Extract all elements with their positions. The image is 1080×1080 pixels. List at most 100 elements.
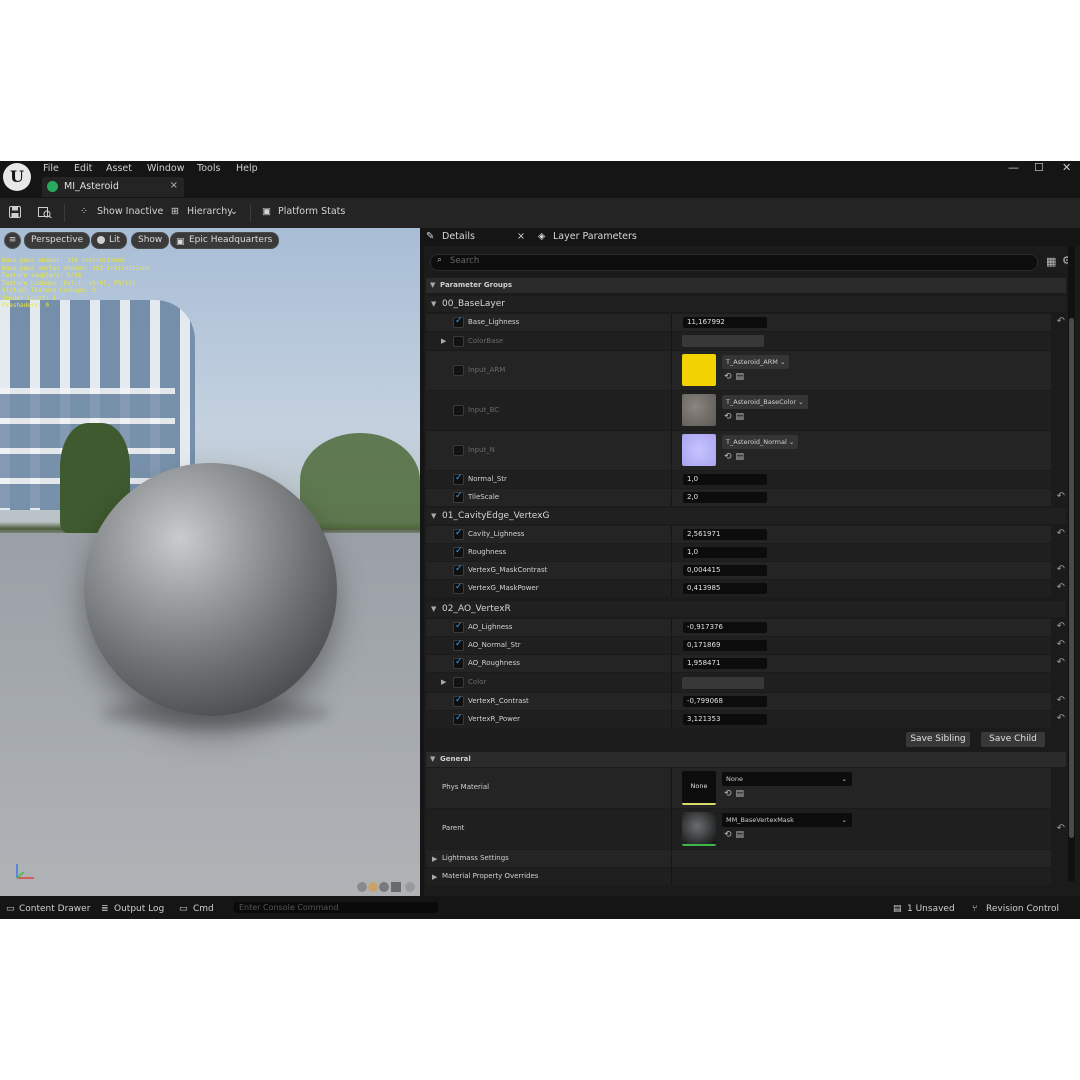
viewport-menu-icon[interactable]: ≡ xyxy=(4,232,21,249)
param-value-field[interactable]: 2,0 xyxy=(683,492,767,503)
reset-to-default-icon[interactable]: ↶ xyxy=(1057,582,1065,593)
grid-view-icon[interactable]: ▦ xyxy=(1046,255,1056,268)
hierarchy-button[interactable]: Hierarchy xyxy=(187,206,233,217)
close-details-tab-icon[interactable]: × xyxy=(517,228,525,246)
maximize-button[interactable]: ☐ xyxy=(1034,161,1044,174)
texture-thumbnail[interactable] xyxy=(682,434,716,466)
material-preview-viewport[interactable]: Base pass shader: 318 instructions Base … xyxy=(0,228,420,896)
override-checkbox[interactable] xyxy=(453,445,464,456)
group-00-baselayer[interactable]: ▼ 00_BaseLayer xyxy=(426,296,1066,312)
preview-shape-buttons[interactable] xyxy=(356,881,418,893)
reset-to-default-icon[interactable]: ↶ xyxy=(1057,823,1065,834)
tab-layer-parameters[interactable]: Layer Parameters xyxy=(553,228,637,246)
reset-to-default-icon[interactable]: ↶ xyxy=(1057,639,1065,650)
menu-tools[interactable]: Tools xyxy=(197,163,220,174)
lightmass-settings-row[interactable]: ▶ Lightmass Settings xyxy=(426,850,1051,867)
content-drawer-button[interactable]: Content Drawer xyxy=(19,904,90,914)
override-checkbox[interactable] xyxy=(453,639,464,651)
param-value-field[interactable]: 3,121353 xyxy=(683,714,767,725)
param-value-field[interactable]: 1,0 xyxy=(683,474,767,485)
override-checkbox[interactable] xyxy=(453,365,464,376)
phys-material-thumbnail[interactable]: None xyxy=(682,771,716,805)
override-checkbox[interactable] xyxy=(453,695,464,707)
texture-thumbnail[interactable] xyxy=(682,394,716,426)
console-command-input[interactable]: Enter Console Command xyxy=(234,902,438,913)
general-header[interactable]: ▼ General xyxy=(426,752,1066,767)
group-01-cavityedge-vertexg[interactable]: ▼ 01_CavityEdge_VertexG xyxy=(426,508,1066,524)
menu-edit[interactable]: Edit xyxy=(74,163,92,174)
param-value-field[interactable]: -0,917376 xyxy=(683,622,767,633)
param-value-field[interactable]: 0,004415 xyxy=(683,565,767,576)
unsaved-button[interactable]: 1 Unsaved xyxy=(907,904,955,914)
chevron-down-icon[interactable]: ⌄ xyxy=(230,206,238,217)
texture-selector[interactable]: T_Asteroid_BaseColor ⌄ xyxy=(722,395,808,409)
minimize-button[interactable]: — xyxy=(1008,161,1019,174)
reset-to-default-icon[interactable]: ↶ xyxy=(1057,657,1065,668)
param-value-field[interactable]: -0,799068 xyxy=(683,696,767,707)
asset-tab[interactable]: MI_Asteroid × xyxy=(42,177,184,197)
collapse-arrow-icon[interactable]: ▼ xyxy=(430,755,435,763)
override-checkbox[interactable] xyxy=(453,528,464,540)
browse-icon[interactable] xyxy=(38,206,52,218)
color-swatch[interactable] xyxy=(682,677,764,689)
save-sibling-button[interactable]: Save Sibling xyxy=(906,732,970,747)
browse-use-icons[interactable]: ⟲▤ xyxy=(724,789,748,799)
phys-material-dropdown[interactable]: None ⌄ xyxy=(722,772,852,786)
browse-use-icons[interactable]: ⟲▤ xyxy=(724,452,748,462)
close-window-button[interactable]: ✕ xyxy=(1062,161,1071,174)
expand-arrow-icon[interactable]: ▶ xyxy=(441,678,446,686)
collapse-arrow-icon[interactable]: ▼ xyxy=(431,300,436,308)
unreal-logo-icon[interactable] xyxy=(3,163,31,191)
show-button[interactable]: Show xyxy=(131,232,170,249)
param-value-field[interactable]: 0,171869 xyxy=(683,640,767,651)
param-value-field[interactable]: 0,413985 xyxy=(683,583,767,594)
menu-asset[interactable]: Asset xyxy=(106,163,132,174)
browse-use-icons[interactable]: ⟲▤ xyxy=(724,412,748,422)
reset-to-default-icon[interactable]: ↶ xyxy=(1057,528,1065,539)
reset-to-default-icon[interactable]: ↶ xyxy=(1057,491,1065,502)
material-property-overrides-row[interactable]: ▶ Material Property Overrides xyxy=(426,868,1051,885)
menu-help[interactable]: Help xyxy=(236,163,258,174)
expand-arrow-icon[interactable]: ▶ xyxy=(432,855,437,863)
group-02-ao-vertexr[interactable]: ▼ 02_AO_VertexR xyxy=(426,601,1066,617)
reset-to-default-icon[interactable]: ↶ xyxy=(1057,564,1065,575)
collapse-arrow-icon[interactable]: ▼ xyxy=(431,605,436,613)
override-checkbox[interactable] xyxy=(453,582,464,594)
preview-sphere[interactable] xyxy=(84,463,337,716)
reset-to-default-icon[interactable]: ↶ xyxy=(1057,316,1065,327)
output-log-button[interactable]: Output Log xyxy=(114,904,164,914)
override-checkbox[interactable] xyxy=(453,546,464,558)
scrollbar-thumb[interactable] xyxy=(1069,318,1074,838)
show-inactive-button[interactable]: Show Inactive xyxy=(97,206,163,217)
revision-control-button[interactable]: Revision Control xyxy=(986,904,1059,914)
menu-file[interactable]: File xyxy=(43,163,59,174)
parent-material-thumbnail[interactable] xyxy=(682,812,716,846)
save-child-button[interactable]: Save Child xyxy=(981,732,1045,747)
override-checkbox[interactable] xyxy=(453,473,464,485)
texture-thumbnail[interactable] xyxy=(682,354,716,386)
override-checkbox[interactable] xyxy=(453,316,464,328)
collapse-arrow-icon[interactable]: ▼ xyxy=(430,281,435,289)
lit-button[interactable]: Lit xyxy=(91,232,128,249)
override-checkbox[interactable] xyxy=(453,405,464,416)
param-value-field[interactable]: 11,167992 xyxy=(683,317,767,328)
close-tab-icon[interactable]: × xyxy=(170,180,178,191)
texture-selector[interactable]: T_Asteroid_ARM ⌄ xyxy=(722,355,790,369)
browse-use-icons[interactable]: ⟲▤ xyxy=(724,830,748,840)
override-checkbox[interactable] xyxy=(453,621,464,633)
override-checkbox[interactable] xyxy=(453,564,464,576)
parameter-groups-header[interactable]: ▼ Parameter Groups xyxy=(426,278,1066,293)
search-input[interactable]: ⌕ Search xyxy=(430,254,1038,271)
param-value-field[interactable]: 2,561971 xyxy=(683,529,767,540)
color-swatch[interactable] xyxy=(682,335,764,347)
perspective-button[interactable]: Perspective xyxy=(24,232,91,249)
override-checkbox[interactable] xyxy=(453,491,464,503)
browse-use-icons[interactable]: ⟲▤ xyxy=(724,372,748,382)
platform-stats-button[interactable]: Platform Stats xyxy=(278,206,345,217)
details-scrollbar[interactable] xyxy=(1068,246,1075,881)
reset-to-default-icon[interactable]: ↶ xyxy=(1057,695,1065,706)
expand-arrow-icon[interactable]: ▶ xyxy=(432,873,437,881)
reset-to-default-icon[interactable]: ↶ xyxy=(1057,621,1065,632)
save-icon[interactable] xyxy=(9,206,21,218)
param-value-field[interactable]: 1,958471 xyxy=(683,658,767,669)
